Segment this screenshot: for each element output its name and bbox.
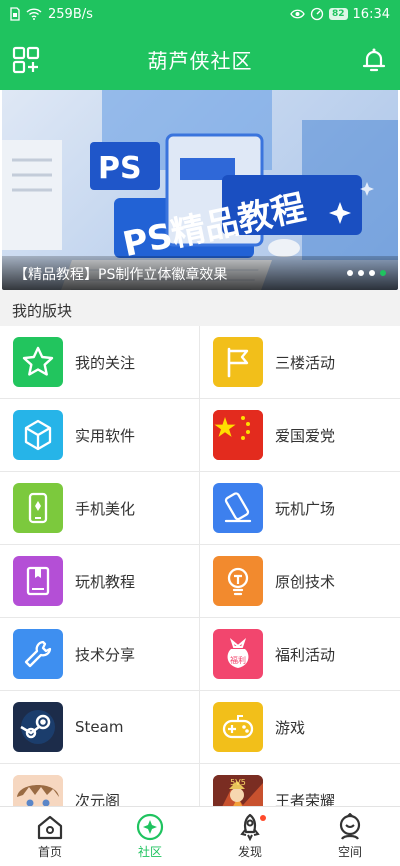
gift-bag-icon: 福利 [213,629,263,679]
board-label: 爱国爱党 [275,426,336,445]
network-speed: 259B/s [48,6,93,22]
board-label: 原创技术 [275,572,336,591]
carousel-dot[interactable] [347,270,353,276]
status-bar: 259B/s 82 16:34 [0,0,400,28]
board-label: 技术分享 [75,645,136,664]
star-icon [13,337,63,387]
page-title: 葫芦侠社区 [147,48,253,73]
flag-icon [213,337,263,387]
clock: 16:34 [352,6,390,22]
status-right: 82 16:34 [290,7,390,22]
app-header: 葫芦侠社区 [0,28,400,90]
board-label: Steam [75,718,124,736]
board-label: 实用软件 [75,426,136,445]
home-icon [37,815,63,840]
carousel-dot[interactable] [369,270,375,276]
profile-icon [339,813,361,840]
wifi-icon [26,8,42,20]
nav-home[interactable]: 首页 [0,807,100,866]
nav-label: 首页 [37,845,62,859]
board-item-phone-plaza[interactable]: 玩机广场 [200,472,400,545]
book-icon [13,556,63,606]
board-label: 三楼活动 [275,353,336,372]
battery-indicator: 82 [329,8,348,20]
nav-community[interactable]: 社区 [100,807,200,866]
china-flag-icon [213,410,263,460]
section-title: 我的版块 [0,290,400,326]
nav-label: 发现 [237,845,262,859]
bell-icon[interactable] [360,46,388,74]
community-icon [136,813,164,841]
app-root: 259B/s 82 16:34 葫芦侠社区 PS PS精品教程 【精品教程】PS… [0,0,400,866]
nav-label: 社区 [137,845,162,859]
board-item-steam[interactable]: Steam [0,691,200,764]
board-item-patriotism[interactable]: 爱国爱党 [200,399,400,472]
board-label: 福利活动 [275,645,336,664]
board-item-original-tech[interactable]: 原创技术 [200,545,400,618]
cube-icon [13,410,63,460]
board-item-tech-sharing[interactable]: 技术分享 [0,618,200,691]
carousel-dot-active[interactable] [380,270,386,276]
eye-icon [290,9,305,19]
status-left: 259B/s [10,7,93,22]
nav-discover[interactable]: 发现 [200,807,300,866]
board-item-useful-software[interactable]: 实用软件 [0,399,200,472]
banner-carousel[interactable]: PS PS精品教程 【精品教程】PS制作立体徽章效果 [2,90,398,290]
nav-label: 空间 [337,845,362,859]
carousel-dots [347,270,386,276]
board-label: 游戏 [275,718,306,737]
board-label: 手机美化 [75,499,136,518]
notification-badge [260,815,266,821]
board-label: 玩机教程 [75,572,136,591]
steam-icon [13,702,63,752]
speedometer-icon [310,7,324,21]
board-grid: 我的关注 三楼活动 实用软件 爱国爱党 手机美化 玩机广场 玩机教程 原创技术 … [0,326,400,837]
board-item-phone-tutorials[interactable]: 玩机教程 [0,545,200,618]
wrench-icon [13,629,63,679]
board-label: 玩机广场 [275,499,336,518]
phone-icon [13,483,63,533]
sim-icon [10,7,20,21]
add-board-icon[interactable] [12,46,40,74]
board-label: 我的关注 [75,353,136,372]
tilted-phone-icon [213,483,263,533]
board-item-games[interactable]: 游戏 [200,691,400,764]
carousel-dot[interactable] [358,270,364,276]
board-item-my-follows[interactable]: 我的关注 [0,326,200,399]
board-item-third-floor-events[interactable]: 三楼活动 [200,326,400,399]
banner-art-text-ps: PS [98,151,142,186]
banner-caption: 【精品教程】PS制作立体徽章效果 [2,256,398,290]
svg-text:福利: 福利 [230,655,246,665]
bottom-nav: 首页 社区 发现 空间 [0,806,400,866]
board-item-phone-theming[interactable]: 手机美化 [0,472,200,545]
board-item-welfare-events[interactable]: 福利 福利活动 [200,618,400,691]
bulb-icon [213,556,263,606]
gamepad-icon [213,702,263,752]
nav-space[interactable]: 空间 [300,807,400,866]
svg-text:5V5: 5V5 [230,778,246,787]
